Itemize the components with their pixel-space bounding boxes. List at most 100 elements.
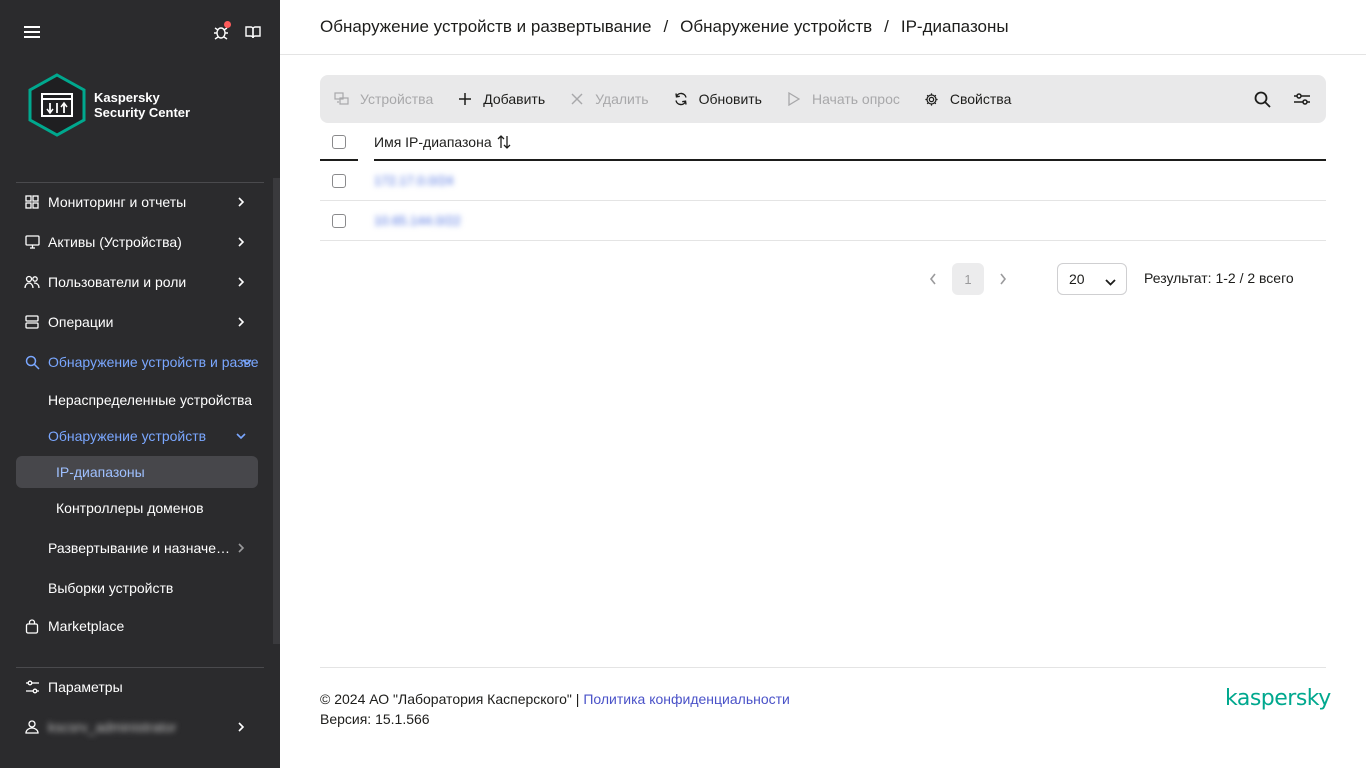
- privacy-policy-link[interactable]: Политика конфиденциальности: [583, 691, 790, 707]
- chevron-down-icon: [240, 355, 254, 369]
- refresh-label: Обновить: [698, 91, 762, 107]
- sidebar-item-users[interactable]: Пользователи и роли: [0, 262, 272, 302]
- sidebar-scrollbar[interactable]: [273, 178, 280, 644]
- row-checkbox[interactable]: [332, 213, 346, 228]
- sidebar-item-label: Обнаружение устройств и развертывание: [48, 354, 258, 370]
- sidebar-item-label: Активы (Устройства): [48, 234, 182, 250]
- sidebar-item-operations[interactable]: Операции: [0, 302, 272, 342]
- search-icon[interactable]: [1252, 89, 1272, 109]
- ip-range-name-cell[interactable]: 10.65.144.0/22: [374, 213, 461, 228]
- ip-range-name-cell[interactable]: 172.17.0.0/24: [374, 173, 454, 188]
- sidebar-item-label: Операции: [48, 314, 114, 330]
- toolbar: Устройства Добавить Удалить Обновить Нач…: [320, 75, 1326, 123]
- sidebar-item-assets[interactable]: Активы (Устройства): [0, 222, 272, 262]
- table-row[interactable]: 10.65.144.0/22: [320, 201, 1326, 241]
- dashboard-grid-icon: [24, 194, 40, 210]
- row-checkbox[interactable]: [332, 173, 346, 188]
- breadcrumb-separator: /: [663, 17, 669, 36]
- sidebar-item-label: Обнаружение устройств: [48, 428, 207, 444]
- sidebar-item-label: Нераспределенные устройства: [48, 392, 253, 408]
- chevron-right-icon: [234, 720, 248, 734]
- notification-dot: [224, 21, 231, 28]
- result-count: Результат: 1-2 / 2 всего: [1144, 270, 1294, 286]
- version-text: Версия: 15.1.566: [320, 711, 430, 727]
- sidebar-item-label: Контроллеры доменов: [56, 500, 204, 516]
- filter-sliders-icon[interactable]: [1292, 89, 1312, 109]
- sidebar-item-marketplace[interactable]: Marketplace: [0, 606, 272, 646]
- column-header-ip-range-name[interactable]: Имя IP-диапазона: [374, 134, 511, 150]
- hamburger-menu-icon[interactable]: [24, 24, 40, 40]
- page-size-value: 20: [1069, 271, 1085, 287]
- sidebar-item-label: Параметры: [48, 679, 123, 695]
- gear-icon: [924, 91, 940, 107]
- close-x-icon: [569, 91, 585, 107]
- chevron-right-icon: [234, 541, 248, 555]
- sidebar-nav: Мониторинг и отчеты Активы (Устройства) …: [0, 182, 272, 646]
- sidebar: Kaspersky Security Center Мониторинг и о…: [0, 0, 280, 768]
- sidebar-item-monitoring[interactable]: Мониторинг и отчеты: [0, 182, 272, 222]
- chevron-right-icon: [234, 315, 248, 329]
- start-poll-button[interactable]: Начать опрос: [786, 91, 900, 107]
- refresh-button[interactable]: Обновить: [673, 91, 762, 107]
- kaspersky-security-center-logo[interactable]: Kaspersky Security Center: [26, 72, 190, 138]
- users-icon: [24, 274, 40, 290]
- sidebar-item-label: Marketplace: [48, 618, 125, 634]
- sidebar-item-settings[interactable]: Параметры: [0, 667, 272, 707]
- sort-arrows-icon[interactable]: [497, 135, 511, 149]
- logo-hexagon-icon: [28, 73, 86, 137]
- delete-button[interactable]: Удалить: [569, 91, 649, 107]
- sidebar-item-label: IP-диапазоны: [56, 464, 145, 480]
- page-size-select[interactable]: 20: [1057, 263, 1127, 295]
- start-poll-label: Начать опрос: [811, 91, 900, 107]
- footer: © 2024 АО "Лаборатория Касперского" | По…: [320, 689, 790, 729]
- page-number-button[interactable]: 1: [952, 263, 984, 295]
- sidebar-top: [0, 0, 280, 64]
- select-all-checkbox[interactable]: [332, 135, 346, 149]
- play-icon: [786, 91, 802, 107]
- chevron-down-icon: [234, 429, 248, 443]
- footer-divider: [320, 667, 1326, 668]
- sidebar-item-deployment-assignment[interactable]: Развертывание и назначение: [0, 526, 272, 570]
- table-row[interactable]: 172.17.0.0/24: [320, 161, 1326, 201]
- search-icon: [24, 354, 40, 370]
- sidebar-item-discovery-deployment[interactable]: Обнаружение устройств и развертывание: [0, 342, 272, 382]
- add-button[interactable]: Добавить: [457, 91, 545, 107]
- sliders-settings-icon: [24, 679, 40, 695]
- ip-ranges-table: Имя IP-диапазона 172.17.0.0/24 10.65.144…: [320, 123, 1326, 241]
- sidebar-item-ip-ranges[interactable]: IP-диапазоны: [16, 456, 258, 488]
- sidebar-bottom: Параметры kscsrv_administrator: [0, 667, 272, 747]
- sidebar-item-device-discovery[interactable]: Обнаружение устройств: [0, 418, 272, 454]
- copyright-text: © 2024 АО "Лаборатория Касперского" |: [320, 691, 580, 707]
- sidebar-item-unassigned-devices[interactable]: Нераспределенные устройства: [0, 382, 272, 418]
- user-icon: [24, 719, 40, 735]
- properties-label: Свойства: [949, 91, 1012, 107]
- delete-label: Удалить: [595, 91, 649, 107]
- sidebar-item-device-selections[interactable]: Выборки устройств: [0, 570, 272, 606]
- shopping-bag-icon: [24, 618, 40, 634]
- notifications-bug-icon[interactable]: [213, 21, 231, 40]
- next-page-icon[interactable]: [990, 263, 1016, 295]
- breadcrumb-item-discovery-deployment[interactable]: Обнаружение устройств и развертывание: [320, 17, 651, 37]
- logo-line1: Kaspersky: [94, 90, 160, 105]
- plus-icon: [457, 91, 473, 107]
- footer-line-1: © 2024 АО "Лаборатория Касперского" | По…: [320, 689, 790, 709]
- devices-button[interactable]: Устройства: [334, 91, 433, 107]
- chevron-right-icon: [234, 275, 248, 289]
- breadcrumb-item-device-discovery[interactable]: Обнаружение устройств: [680, 17, 872, 37]
- sidebar-item-label: Пользователи и роли: [48, 274, 187, 290]
- breadcrumb: Обнаружение устройств и развертывание / …: [280, 0, 1366, 55]
- book-help-icon[interactable]: [245, 24, 261, 40]
- sidebar-item-label: Развертывание и назначение: [48, 540, 234, 556]
- server-icon: [24, 314, 40, 330]
- refresh-icon: [673, 91, 689, 107]
- sidebar-item-label: Мониторинг и отчеты: [48, 194, 187, 210]
- properties-button[interactable]: Свойства: [924, 91, 1011, 107]
- sidebar-item-user-account[interactable]: kscsrv_administrator: [0, 707, 272, 747]
- logo-text: Kaspersky Security Center: [94, 90, 190, 120]
- breadcrumb-separator: /: [884, 17, 889, 36]
- chevron-right-icon: [234, 195, 248, 209]
- prev-page-icon[interactable]: [920, 263, 946, 295]
- logo-line2: Security Center: [94, 105, 191, 120]
- sidebar-item-domain-controllers[interactable]: Контроллеры доменов: [0, 490, 272, 526]
- devices-icon: [334, 91, 350, 107]
